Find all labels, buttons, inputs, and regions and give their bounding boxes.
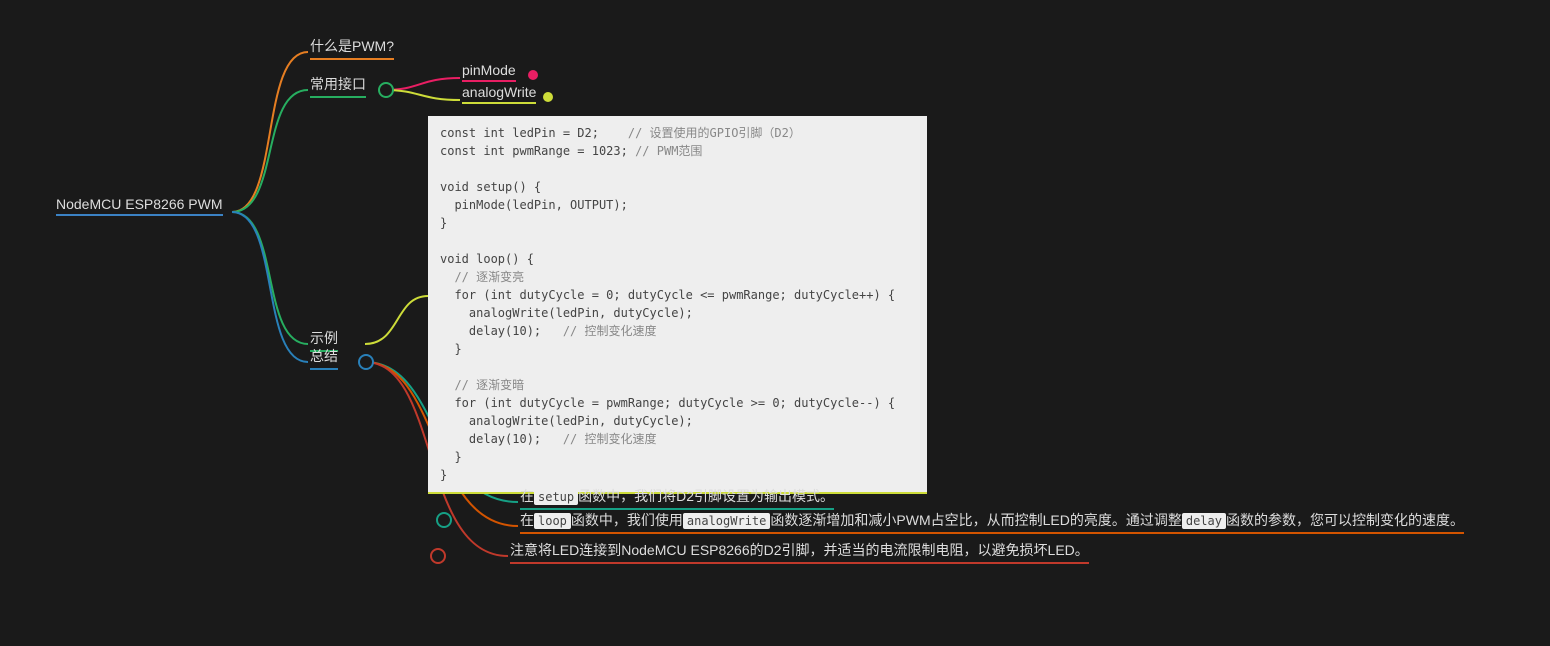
code-comment: // 控制变化速度 <box>563 324 657 338</box>
branch-what-is-pwm[interactable]: 什么是PWM? <box>310 36 394 60</box>
inline-code: loop <box>534 513 571 529</box>
summary-loop-dot <box>436 512 452 528</box>
code-comment: // PWM范围 <box>635 144 702 158</box>
code-comment: // 逐渐变暗 <box>440 378 524 392</box>
root-label: NodeMCU ESP8266 PWM <box>56 196 223 212</box>
text: 函数逐渐增加和减小PWM占空比，从而控制LED的亮度。通过调整 <box>770 512 1181 528</box>
leaf-pinmode[interactable]: pinMode <box>462 62 516 82</box>
branch-common-api[interactable]: 常用接口 <box>310 74 366 98</box>
branch-label: 示例 <box>310 330 338 346</box>
text: 函数中，我们将D2引脚设置为输出模式。 <box>578 488 834 504</box>
code-line: void loop() { <box>440 252 534 266</box>
code-line: const int ledPin = D2; <box>440 126 628 140</box>
text: 注意将LED连接到NodeMCU ESP8266的D2引脚，并适当的电流限制电阻… <box>510 542 1089 558</box>
summary-loop-line[interactable]: 在loop函数中，我们使用analogWrite函数逐渐增加和减小PWM占空比，… <box>520 510 1464 534</box>
branch-label: 总结 <box>310 348 338 364</box>
code-line: void setup() { <box>440 180 541 194</box>
branch-label: 常用接口 <box>310 76 366 92</box>
code-line: analogWrite(ledPin, dutyCycle); <box>440 414 693 428</box>
code-line: } <box>440 216 447 230</box>
code-comment: // 逐渐变亮 <box>440 270 524 284</box>
analogwrite-dot <box>543 92 553 102</box>
summary-note-dot <box>430 548 446 564</box>
code-comment: // 控制变化速度 <box>563 432 657 446</box>
code-line: pinMode(ledPin, OUTPUT); <box>440 198 628 212</box>
inline-code: analogWrite <box>683 513 770 529</box>
code-comment: // 设置使用的GPIO引脚（D2） <box>628 126 801 140</box>
branch-node-dot <box>378 82 394 98</box>
branch-summary[interactable]: 总结 <box>310 346 338 370</box>
text: 在 <box>520 512 534 528</box>
code-line: } <box>440 468 447 482</box>
leaf-analogwrite[interactable]: analogWrite <box>462 84 536 104</box>
summary-note-line[interactable]: 注意将LED连接到NodeMCU ESP8266的D2引脚，并适当的电流限制电阻… <box>510 540 1089 564</box>
summary-setup-line[interactable]: 在setup函数中，我们将D2引脚设置为输出模式。 <box>520 486 834 510</box>
code-line: } <box>440 342 462 356</box>
leaf-label: analogWrite <box>462 84 536 100</box>
code-line: analogWrite(ledPin, dutyCycle); <box>440 306 693 320</box>
inline-code: delay <box>1182 513 1226 529</box>
code-line: delay(10); <box>440 324 563 338</box>
code-example-block[interactable]: const int ledPin = D2; // 设置使用的GPIO引脚（D2… <box>428 116 927 494</box>
root-node[interactable]: NodeMCU ESP8266 PWM <box>56 196 223 216</box>
summary-node-dot <box>358 354 374 370</box>
leaf-label: pinMode <box>462 62 516 78</box>
code-line: const int pwmRange = 1023; <box>440 144 635 158</box>
inline-code: setup <box>534 489 578 505</box>
code-line: } <box>440 450 462 464</box>
text: 函数中，我们使用 <box>571 512 683 528</box>
code-line: for (int dutyCycle = pwmRange; dutyCycle… <box>440 396 895 410</box>
text: 函数的参数，您可以控制变化的速度。 <box>1226 512 1464 528</box>
pinmode-dot <box>528 70 538 80</box>
code-line: delay(10); <box>440 432 563 446</box>
code-line: for (int dutyCycle = 0; dutyCycle <= pwm… <box>440 288 895 302</box>
text: 在 <box>520 488 534 504</box>
branch-label: 什么是PWM? <box>310 38 394 54</box>
